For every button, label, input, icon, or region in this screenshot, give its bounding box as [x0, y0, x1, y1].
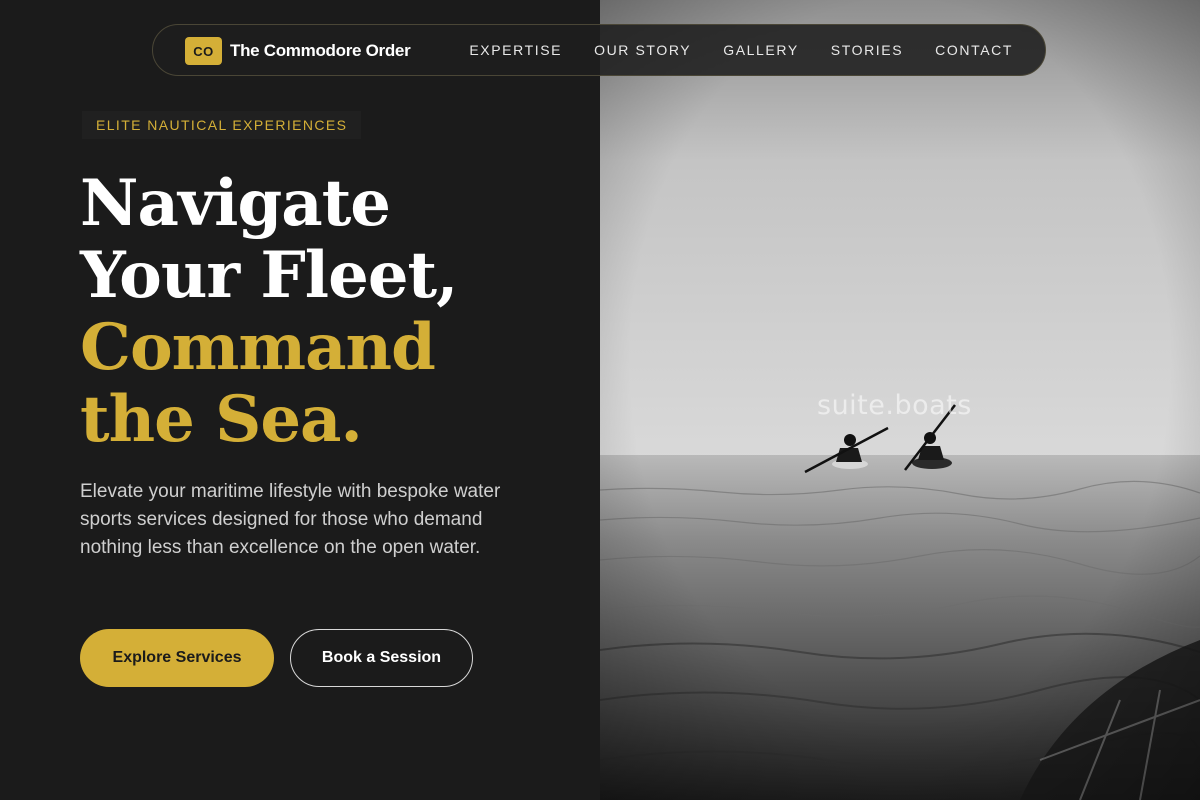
navbar: CO The Commodore Order EXPERTISE OUR STO… [152, 24, 1046, 76]
brand-home-link[interactable]: CO The Commodore Order [185, 37, 411, 65]
headline-line-2: Your Fleet, [80, 238, 458, 313]
nav-link-contact[interactable]: CONTACT [935, 42, 1013, 58]
hero-headline: Navigate Your Fleet, Command the Sea. [80, 166, 458, 457]
brand-logo: CO [185, 37, 222, 65]
photo-watermark: suite.boats [817, 390, 972, 421]
nav-link-gallery[interactable]: GALLERY [723, 42, 799, 58]
headline-line-4: the Sea. [80, 382, 363, 457]
explore-services-button[interactable]: Explore Services [80, 629, 274, 687]
nav-links: EXPERTISE OUR STORY GALLERY STORIES CONT… [469, 25, 1013, 75]
book-session-button[interactable]: Book a Session [290, 629, 473, 687]
hero-eyebrow: ELITE NAUTICAL EXPERIENCES [82, 111, 362, 139]
nav-link-stories[interactable]: STORIES [831, 42, 903, 58]
hero-description: Elevate your maritime lifestyle with bes… [80, 481, 501, 558]
nav-link-our-story[interactable]: OUR STORY [594, 42, 691, 58]
nav-link-expertise[interactable]: EXPERTISE [469, 42, 562, 58]
headline-line-1: Navigate [80, 166, 391, 241]
headline-line-3: Command [80, 310, 436, 385]
brand-name: The Commodore Order [230, 41, 411, 60]
